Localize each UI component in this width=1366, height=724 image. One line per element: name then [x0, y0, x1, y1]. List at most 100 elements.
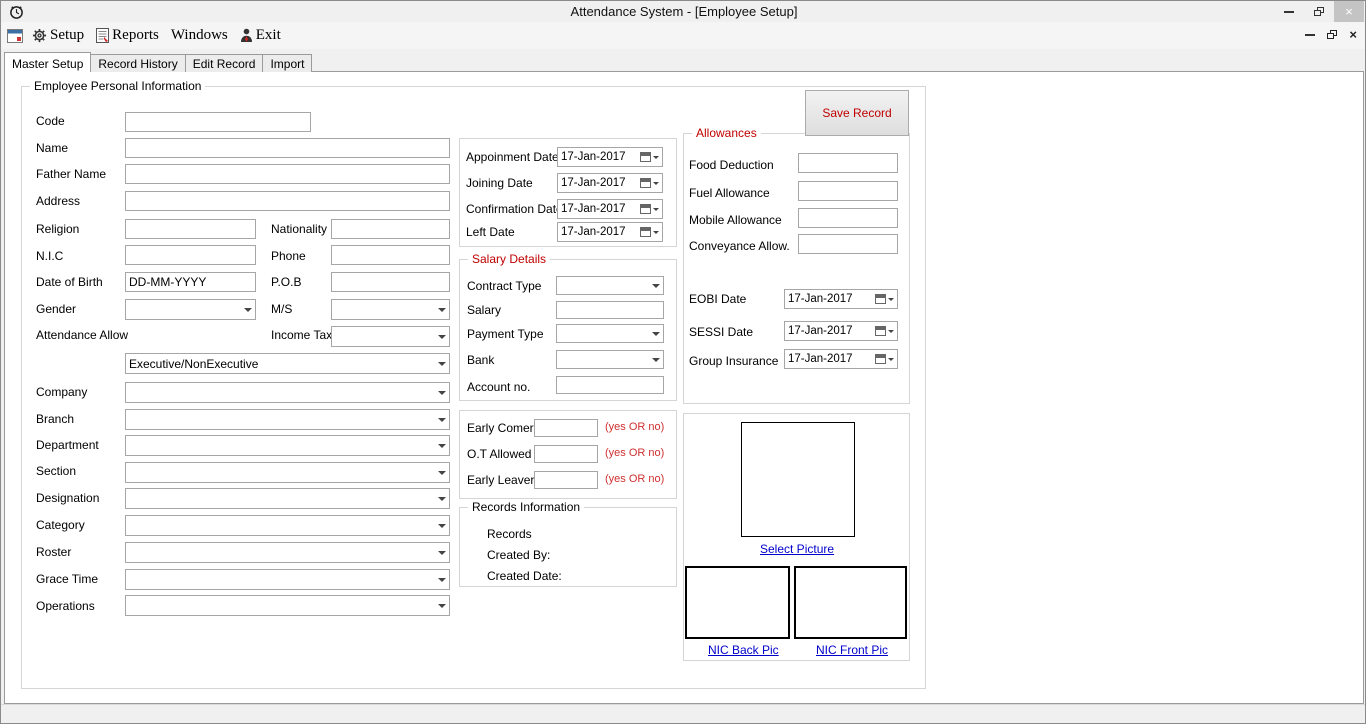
tab-edit-record[interactable]: Edit Record: [185, 54, 264, 72]
window-close-button[interactable]: ×: [1334, 1, 1364, 22]
appointment-date-picker[interactable]: 17-Jan-2017: [557, 147, 663, 167]
phone-input[interactable]: [331, 245, 450, 265]
sessi-date-calendar-button[interactable]: [871, 322, 897, 340]
bank-dropdown-button[interactable]: [648, 351, 663, 368]
branch-dropdown-button[interactable]: [434, 410, 449, 429]
category-dropdown-button[interactable]: [434, 516, 449, 535]
tab-master-setup[interactable]: Master Setup: [4, 52, 92, 72]
section-select[interactable]: [125, 462, 450, 483]
left-date-picker[interactable]: 17-Jan-2017: [557, 222, 663, 242]
company-dropdown-button[interactable]: [434, 383, 449, 402]
mdi-restore-icon[interactable]: [1327, 30, 1338, 39]
gender-select[interactable]: [125, 299, 256, 320]
grace-time-select[interactable]: [125, 569, 450, 590]
contract-type-dropdown-button[interactable]: [648, 277, 663, 294]
left-date-calendar-button[interactable]: [636, 223, 662, 241]
chevron-down-icon: [437, 307, 446, 312]
executive-type-dropdown-button[interactable]: [434, 354, 449, 373]
confirmation-date-value: 17-Jan-2017: [561, 203, 626, 215]
window-minimize-button[interactable]: [1274, 1, 1304, 22]
food-deduction-input[interactable]: [798, 153, 898, 173]
group-insurance-date-picker[interactable]: 17-Jan-2017: [784, 349, 898, 369]
bank-select[interactable]: [556, 350, 664, 369]
confirmation-date-label: Confirmation Date: [466, 202, 563, 216]
designation-dropdown-button[interactable]: [434, 489, 449, 508]
conveyance-allow-input[interactable]: [798, 234, 898, 254]
nic-back-pic-link[interactable]: NIC Back Pic: [708, 643, 779, 657]
chevron-down-icon: [652, 230, 659, 234]
menu-exit[interactable]: Exit: [237, 25, 290, 46]
ms-select[interactable]: [331, 299, 450, 320]
nic-front-pic-link[interactable]: NIC Front Pic: [816, 643, 888, 657]
confirmation-date-calendar-button[interactable]: [636, 200, 662, 218]
chevron-down-icon: [651, 331, 660, 336]
eobi-date-picker[interactable]: 17-Jan-2017: [784, 289, 898, 309]
save-record-button[interactable]: Save Record: [805, 90, 909, 136]
nic-front-picture-box[interactable]: [794, 566, 907, 639]
designation-select[interactable]: [125, 488, 450, 509]
eobi-date-calendar-button[interactable]: [871, 290, 897, 308]
confirmation-date-picker[interactable]: 17-Jan-2017: [557, 199, 663, 219]
branch-select[interactable]: [125, 409, 450, 430]
operations-dropdown-button[interactable]: [434, 596, 449, 615]
roster-dropdown-button[interactable]: [434, 543, 449, 562]
mdi-minimize-icon[interactable]: [1305, 33, 1316, 36]
nic-back-picture-box[interactable]: [685, 566, 790, 639]
select-picture-link[interactable]: Select Picture: [760, 542, 834, 556]
department-select[interactable]: [125, 435, 450, 456]
menu-reports[interactable]: Reports: [93, 25, 168, 46]
ms-dropdown-button[interactable]: [434, 300, 449, 319]
salary-input[interactable]: [556, 301, 664, 319]
nationality-input[interactable]: [331, 219, 450, 239]
employee-picture-box[interactable]: [741, 422, 855, 537]
name-input[interactable]: [125, 138, 450, 158]
early-comer-input[interactable]: [534, 419, 598, 437]
group-insurance-label: Group Insurance: [689, 354, 779, 368]
gender-dropdown-button[interactable]: [240, 300, 255, 319]
address-input[interactable]: [125, 191, 450, 211]
mdi-close-icon[interactable]: ×: [1349, 28, 1357, 41]
joining-date-picker[interactable]: 17-Jan-2017: [557, 173, 663, 193]
joining-date-calendar-button[interactable]: [636, 174, 662, 192]
account-no-input[interactable]: [556, 376, 664, 394]
nic-input[interactable]: [125, 245, 256, 265]
religion-input[interactable]: [125, 219, 256, 239]
father-name-input[interactable]: [125, 164, 450, 184]
tab-record-history[interactable]: Record History: [91, 54, 186, 72]
category-select[interactable]: [125, 515, 450, 536]
date-of-birth-input[interactable]: [125, 272, 256, 292]
grace-time-dropdown-button[interactable]: [434, 570, 449, 589]
department-dropdown-button[interactable]: [434, 436, 449, 455]
created-date-label: Created Date:: [487, 569, 562, 583]
grace-time-label: Grace Time: [36, 572, 99, 586]
chevron-down-icon: [887, 357, 894, 361]
sessi-date-picker[interactable]: 17-Jan-2017: [784, 321, 898, 341]
executive-type-select[interactable]: Executive/NonExecutive: [125, 353, 450, 374]
mobile-allowance-input[interactable]: [798, 208, 898, 228]
ot-allowed-input[interactable]: [534, 445, 598, 463]
roster-select[interactable]: [125, 542, 450, 563]
records-label: Records: [487, 527, 532, 541]
payment-type-select[interactable]: [556, 324, 664, 343]
operations-select[interactable]: [125, 595, 450, 616]
income-tax-select[interactable]: [331, 326, 450, 347]
window-restore-button[interactable]: [1304, 1, 1334, 22]
menu-windows[interactable]: Windows: [168, 25, 237, 46]
fuel-allowance-input[interactable]: [798, 181, 898, 201]
payment-type-label: Payment Type: [467, 327, 544, 341]
appointment-date-calendar-button[interactable]: [636, 148, 662, 166]
tab-import[interactable]: Import: [263, 54, 313, 72]
income-tax-dropdown-button[interactable]: [434, 327, 449, 346]
contract-type-select[interactable]: [556, 276, 664, 295]
chevron-down-icon: [437, 334, 446, 339]
company-select[interactable]: [125, 382, 450, 403]
payment-type-dropdown-button[interactable]: [648, 325, 663, 342]
group-insurance-calendar-button[interactable]: [871, 350, 897, 368]
menu-setup[interactable]: Setup: [29, 25, 93, 46]
pob-input[interactable]: [331, 272, 450, 292]
code-input[interactable]: [125, 112, 311, 132]
branch-label: Branch: [36, 412, 75, 426]
section-dropdown-button[interactable]: [434, 463, 449, 482]
early-leaver-input[interactable]: [534, 471, 598, 489]
chevron-down-icon: [887, 297, 894, 301]
